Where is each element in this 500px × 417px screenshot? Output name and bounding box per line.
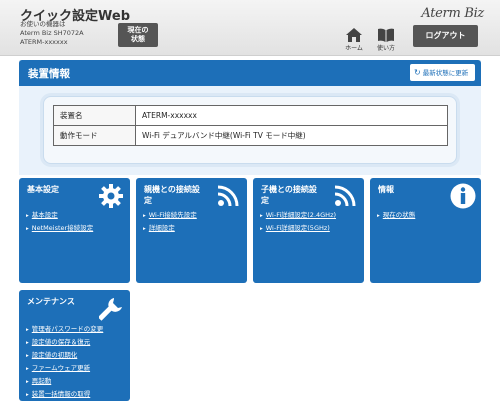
refresh-label: 最新状態に更新 — [422, 69, 469, 77]
home-button[interactable]: ホーム — [342, 28, 366, 52]
device-info-title: 装置情報 — [28, 68, 70, 80]
tile-title: 親機との接続設 定 — [144, 184, 200, 206]
device-summary: お使いの機器は Aterm Biz SH7072A ATERM-xxxxxx — [20, 20, 84, 47]
tile-links: ▸ Wi-Fi詳細設定(2.4GHz) ▸ Wi-Fi詳細設定(5GHz) — [260, 209, 336, 235]
top-header: クイック設定Web お使いの機器は Aterm Biz SH7072A ATER… — [0, 0, 500, 56]
tile-links: ▸ 管理者パスワードの変更 ▸ 設定値の保存＆復元 ▸ 設定値の初期化 ▸ ファームウェ… — [26, 323, 103, 401]
current-status-label-1: 現在の — [127, 26, 149, 34]
device-name-key: 装置名 — [53, 105, 136, 126]
brand-logo: Aterm Biz — [421, 6, 484, 21]
gear-icon — [99, 184, 123, 208]
device-info-header: 装置情報 ↻ 最新状態に更新 — [19, 60, 481, 86]
tile-links: ▸ Wi-Fi接続先設定 ▸ 詳細設定 — [143, 209, 197, 235]
howto-label: 使い方 — [376, 45, 395, 52]
device-info-panel: 装置情報 ↻ 最新状態に更新 装置名 ATERM-xxxxxx 動作モード Wi-… — [19, 60, 481, 175]
refresh-icon: ↻ — [414, 68, 421, 77]
tile-links: ▸ 基本設定 ▸ NetMeister接続設定 — [26, 209, 93, 235]
tile-title: メンテナンス — [27, 296, 75, 307]
tile-links: ▸ 現在の状態 — [377, 209, 415, 222]
link-admin-password[interactable]: ▸ 管理者パスワードの変更 — [26, 323, 103, 336]
link-factory-reset[interactable]: ▸ 設定値の初期化 — [26, 349, 103, 362]
tile-title-line: 定 — [261, 196, 269, 205]
tile-info: 情報 ▸ 現在の状態 — [370, 178, 481, 283]
device-name: ATERM-xxxxxx — [20, 38, 68, 46]
link-device-info-export[interactable]: ▸ 装置一括情報の取得 — [26, 388, 103, 401]
device-info-table: 装置名 ATERM-xxxxxx 動作モード Wi-Fi デュアルバンド中継(W… — [53, 105, 448, 146]
tile-title-line: 子機との接続設 — [261, 185, 317, 194]
device-name-value: ATERM-xxxxxx — [135, 105, 448, 126]
tile-title-line: 親機との接続設 — [144, 185, 200, 194]
tile-maintenance: メンテナンス ▸ 管理者パスワードの変更 ▸ 設定値の保存＆復元 ▸ 設定値の初期化 … — [19, 290, 130, 401]
tile-title-line: 情報 — [378, 185, 394, 194]
link-wifi-destination[interactable]: ▸ Wi-Fi接続先設定 — [143, 209, 197, 222]
info-icon — [450, 183, 476, 209]
device-info-card: 装置名 ATERM-xxxxxx 動作モード Wi-Fi デュアルバンド中継(W… — [43, 96, 457, 164]
wrench-icon — [99, 298, 122, 321]
operation-mode-value: Wi-Fi デュアルバンド中継(Wi-Fi TV モード中継) — [135, 125, 448, 146]
home-icon — [346, 28, 362, 42]
link-detailed-settings[interactable]: ▸ 詳細設定 — [143, 222, 197, 235]
tile-title: 基本設定 — [27, 184, 59, 195]
howto-button[interactable]: 使い方 — [374, 28, 398, 52]
link-netmeister[interactable]: ▸ NetMeister接続設定 — [26, 222, 93, 235]
tile-child-connection: 子機との接続設 定 ▸ Wi-Fi詳細設定(2.4GHz) ▸ Wi-Fi詳細設定(… — [253, 178, 364, 283]
table-row: 動作モード Wi-Fi デュアルバンド中継(Wi-Fi TV モード中継) — [53, 125, 448, 146]
current-status-button[interactable]: 現在の 状態 — [118, 23, 158, 47]
device-model: Aterm Biz SH7072A — [20, 29, 84, 37]
tile-title: 情報 — [378, 184, 394, 195]
logout-button[interactable]: ログアウト — [413, 25, 478, 47]
tile-parent-connection: 親機との接続設 定 ▸ Wi-Fi接続先設定 ▸ 詳細設定 — [136, 178, 247, 283]
link-reboot[interactable]: ▸ 再起動 — [26, 375, 103, 388]
device-label: お使いの機器は — [20, 20, 66, 28]
refresh-button[interactable]: ↻ 最新状態に更新 — [410, 64, 475, 81]
link-save-restore[interactable]: ▸ 設定値の保存＆復元 — [26, 336, 103, 349]
link-wifi-detail-24ghz[interactable]: ▸ Wi-Fi詳細設定(2.4GHz) — [260, 209, 336, 222]
book-icon — [378, 28, 394, 42]
table-row: 装置名 ATERM-xxxxxx — [53, 105, 448, 126]
operation-mode-key: 動作モード — [53, 125, 136, 146]
tile-basic-settings: 基本設定 ▸ 基本設定 ▸ NetMeister接続設定 — [19, 178, 130, 283]
home-label: ホーム — [345, 45, 363, 52]
tile-title-line: 定 — [144, 196, 152, 205]
wifi-icon — [335, 185, 356, 206]
link-wifi-detail-5ghz[interactable]: ▸ Wi-Fi詳細設定(5GHz) — [260, 222, 336, 235]
tile-title: 子機との接続設 定 — [261, 184, 317, 206]
tile-title-line: メンテナンス — [27, 297, 75, 306]
link-firmware-update[interactable]: ▸ ファームウェア更新 — [26, 362, 103, 375]
tile-title-line: 基本設定 — [27, 185, 59, 194]
link-basic-settings[interactable]: ▸ 基本設定 — [26, 209, 93, 222]
current-status-label-2: 状態 — [131, 35, 145, 43]
wifi-icon — [218, 185, 239, 206]
link-current-status[interactable]: ▸ 現在の状態 — [377, 209, 415, 222]
